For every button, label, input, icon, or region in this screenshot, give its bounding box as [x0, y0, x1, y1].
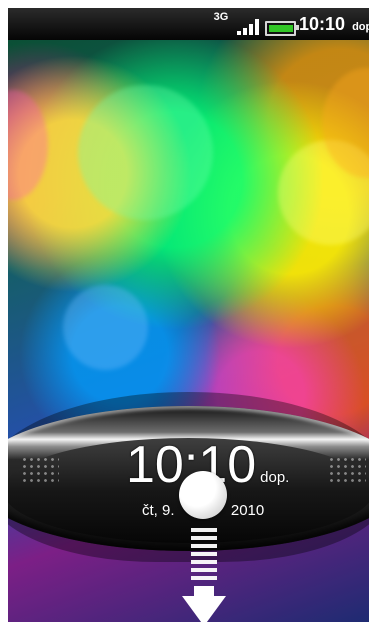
unlock-ring-handle[interactable] — [179, 471, 227, 519]
speaker-grille-left — [21, 456, 59, 484]
lock-date-suffix: 2010 — [230, 502, 265, 519]
bokeh-pink — [8, 90, 48, 200]
status-bar: 3G 10:10 dop. — [8, 8, 369, 40]
speaker-grille-right — [328, 456, 366, 484]
down-arrow-icon — [182, 596, 226, 622]
bokeh-blue — [63, 285, 148, 370]
lock-date-prefix: čt, 9. — [142, 502, 175, 519]
status-time-value: 10:10 — [299, 14, 346, 34]
bokeh-green — [78, 85, 213, 220]
network-type-icon: 3G — [213, 11, 229, 23]
status-time-period: dop. — [352, 21, 369, 33]
battery-icon — [265, 21, 299, 36]
signal-strength-icon — [237, 19, 261, 35]
lock-period: dop. — [260, 469, 290, 486]
status-time: 10:10 dop. — [299, 14, 369, 35]
phone-screen: 3G 10:10 dop. 10:10 dop. čt, 9. 2010 — [8, 8, 369, 622]
